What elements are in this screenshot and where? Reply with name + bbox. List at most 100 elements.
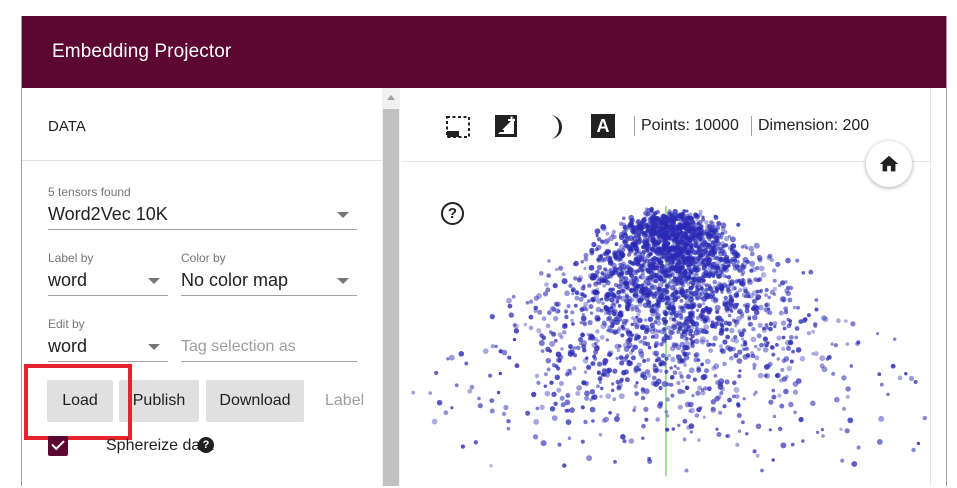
embedding-point[interactable] bbox=[811, 329, 816, 334]
embedding-point[interactable] bbox=[620, 333, 625, 338]
embedding-point[interactable] bbox=[536, 328, 542, 334]
embedding-point[interactable] bbox=[588, 264, 595, 271]
embedding-point[interactable] bbox=[760, 468, 764, 473]
embedding-point[interactable] bbox=[642, 359, 647, 363]
edit-by-value[interactable]: word bbox=[48, 336, 87, 357]
embedding-point[interactable] bbox=[555, 267, 559, 272]
embedding-point[interactable] bbox=[622, 283, 627, 288]
embedding-point[interactable] bbox=[684, 401, 691, 408]
embedding-point[interactable] bbox=[694, 327, 699, 331]
embedding-point[interactable] bbox=[694, 413, 700, 418]
embedding-point[interactable] bbox=[672, 343, 678, 349]
embedding-point[interactable] bbox=[639, 263, 645, 269]
embedding-point[interactable] bbox=[820, 428, 824, 432]
embedding-point[interactable] bbox=[508, 312, 514, 318]
embedding-point[interactable] bbox=[808, 269, 814, 275]
embedding-point[interactable] bbox=[608, 411, 612, 415]
embedding-point[interactable] bbox=[681, 294, 685, 298]
embedding-point[interactable] bbox=[580, 259, 585, 264]
embedding-point[interactable] bbox=[687, 266, 692, 271]
embedding-point[interactable] bbox=[596, 298, 602, 304]
embedding-point[interactable] bbox=[618, 279, 623, 284]
embedding-point[interactable] bbox=[706, 245, 711, 250]
embedding-point[interactable] bbox=[788, 285, 794, 291]
embedding-point[interactable] bbox=[640, 339, 644, 343]
embedding-point[interactable] bbox=[673, 313, 679, 319]
projection-scatter[interactable] bbox=[402, 180, 930, 476]
embedding-point[interactable] bbox=[672, 275, 677, 280]
embedding-point[interactable] bbox=[786, 365, 793, 372]
embedding-point[interactable] bbox=[651, 270, 656, 275]
tensor-select-value[interactable]: Word2Vec 10K bbox=[48, 204, 168, 225]
embedding-point[interactable] bbox=[696, 227, 701, 232]
embedding-point[interactable] bbox=[675, 354, 680, 358]
embedding-point[interactable] bbox=[532, 434, 539, 440]
embedding-point[interactable] bbox=[605, 280, 611, 286]
embedding-point[interactable] bbox=[695, 390, 701, 396]
embedding-point[interactable] bbox=[733, 338, 740, 344]
embedding-point[interactable] bbox=[647, 345, 652, 350]
embedding-point[interactable] bbox=[753, 242, 760, 249]
embedding-point[interactable] bbox=[608, 287, 612, 291]
embedding-point[interactable] bbox=[671, 427, 676, 431]
embedding-point[interactable] bbox=[543, 384, 547, 388]
embedding-point[interactable] bbox=[644, 417, 649, 422]
embedding-point[interactable] bbox=[733, 353, 739, 359]
embedding-point[interactable] bbox=[653, 350, 660, 356]
embedding-point[interactable] bbox=[608, 273, 614, 279]
embedding-point[interactable] bbox=[573, 276, 578, 281]
embedding-point[interactable] bbox=[618, 393, 625, 400]
embedding-point[interactable] bbox=[879, 382, 884, 387]
embedding-point[interactable] bbox=[772, 286, 777, 292]
embedding-point[interactable] bbox=[711, 342, 716, 347]
embedding-point[interactable] bbox=[650, 380, 657, 386]
embedding-point[interactable] bbox=[586, 364, 592, 370]
embedding-point[interactable] bbox=[551, 391, 557, 397]
embedding-point[interactable] bbox=[681, 379, 685, 383]
embedding-point[interactable] bbox=[686, 224, 693, 231]
embedding-point[interactable] bbox=[618, 221, 624, 227]
embedding-point[interactable] bbox=[506, 297, 512, 304]
embedding-point[interactable] bbox=[600, 386, 604, 391]
embedding-point[interactable] bbox=[686, 256, 692, 262]
embedding-point[interactable] bbox=[830, 342, 834, 346]
embedding-point[interactable] bbox=[460, 444, 465, 449]
embedding-point[interactable] bbox=[631, 262, 636, 266]
embedding-point[interactable] bbox=[546, 367, 551, 372]
embedding-point[interactable] bbox=[663, 319, 669, 325]
embedding-point[interactable] bbox=[601, 301, 605, 305]
embedding-point[interactable] bbox=[662, 327, 667, 331]
embedding-point[interactable] bbox=[564, 308, 569, 313]
embedding-point[interactable] bbox=[652, 237, 658, 243]
embedding-point[interactable] bbox=[712, 279, 717, 285]
embedding-point[interactable] bbox=[689, 407, 695, 414]
embedding-point[interactable] bbox=[584, 390, 590, 397]
embedding-point[interactable] bbox=[669, 213, 674, 218]
embedding-point[interactable] bbox=[560, 347, 564, 351]
embedding-point[interactable] bbox=[724, 254, 730, 261]
embedding-point[interactable] bbox=[661, 336, 667, 342]
embedding-point[interactable] bbox=[605, 338, 609, 342]
embedding-point[interactable] bbox=[727, 298, 732, 303]
embedding-point[interactable] bbox=[607, 350, 614, 356]
embedding-point[interactable] bbox=[556, 357, 562, 363]
embedding-point[interactable] bbox=[695, 247, 701, 253]
embedding-point[interactable] bbox=[699, 339, 706, 345]
embedding-point[interactable] bbox=[640, 245, 645, 249]
embedding-point[interactable] bbox=[611, 229, 616, 234]
embedding-point[interactable] bbox=[908, 375, 915, 382]
embedding-point[interactable] bbox=[821, 434, 825, 438]
embedding-point[interactable] bbox=[753, 277, 758, 282]
embedding-point[interactable] bbox=[553, 301, 559, 307]
embedding-point[interactable] bbox=[621, 247, 626, 252]
embedding-point[interactable] bbox=[553, 401, 558, 406]
embedding-point[interactable] bbox=[704, 368, 709, 374]
chevron-down-icon[interactable] bbox=[337, 278, 349, 284]
embedding-point[interactable] bbox=[617, 304, 622, 308]
embedding-point[interactable] bbox=[619, 360, 625, 366]
embedding-point[interactable] bbox=[662, 362, 667, 367]
embedding-point[interactable] bbox=[678, 305, 683, 310]
embedding-point[interactable] bbox=[531, 391, 537, 398]
embedding-point[interactable] bbox=[591, 274, 597, 281]
embedding-point[interactable] bbox=[723, 236, 730, 242]
